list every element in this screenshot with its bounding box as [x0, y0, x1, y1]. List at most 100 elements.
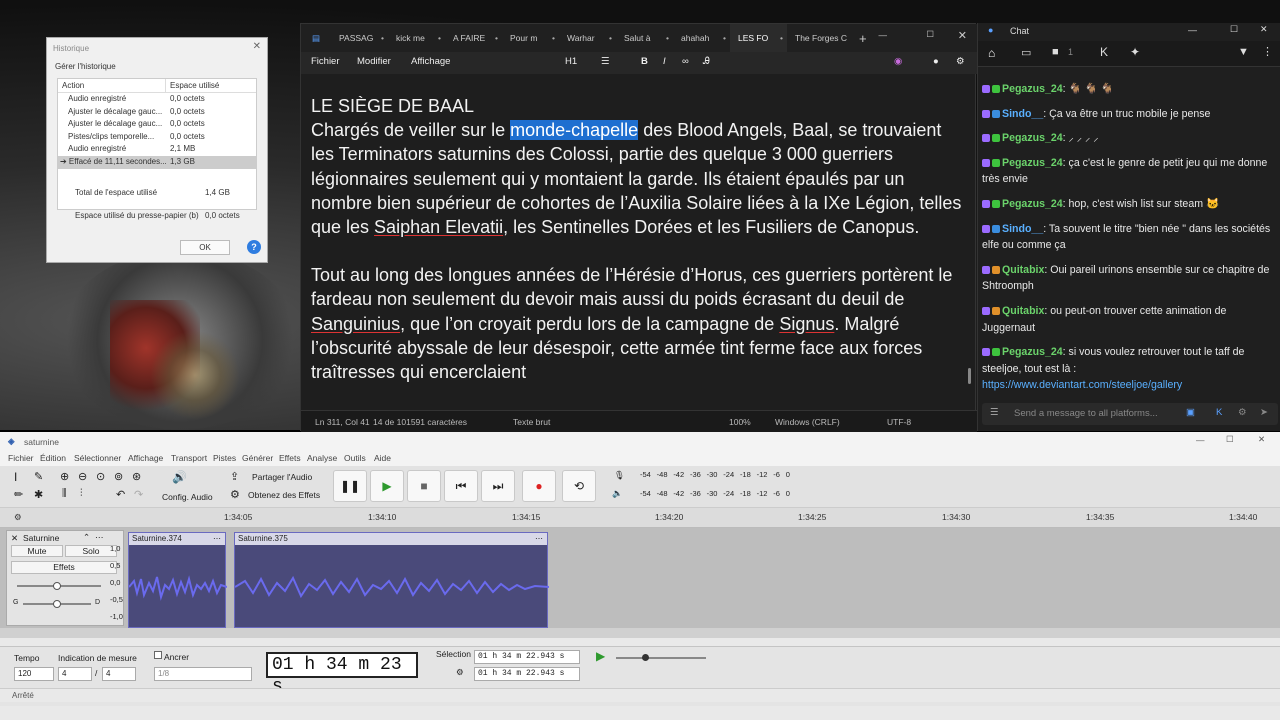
- gear-icon[interactable]: ⚙: [956, 56, 965, 67]
- track-name[interactable]: Saturnine: [23, 533, 59, 543]
- close-icon[interactable]: ✕: [253, 41, 261, 52]
- filter-icon[interactable]: ▼: [1238, 46, 1249, 58]
- effects-icon[interactable]: ⚙: [230, 488, 240, 501]
- menu-item[interactable]: Sélectionner: [74, 453, 121, 463]
- zoom-sel-icon[interactable]: ⊚: [114, 470, 123, 483]
- account-icon[interactable]: ●: [933, 56, 939, 67]
- video-icon[interactable]: ■: [1052, 46, 1059, 58]
- measure-numerator[interactable]: 4: [58, 667, 92, 681]
- zoom-in-icon[interactable]: ⊕: [60, 470, 69, 483]
- copilot-icon[interactable]: ◉: [894, 56, 902, 67]
- play-at-speed-icon[interactable]: ▶: [596, 649, 605, 663]
- menu-item[interactable]: Effets: [279, 453, 301, 463]
- send-icon[interactable]: ➤: [1260, 407, 1268, 418]
- menu-icon[interactable]: ☰: [990, 407, 999, 418]
- menu-file[interactable]: Fichier: [311, 56, 340, 67]
- skip-end-button[interactable]: ⏭: [481, 470, 515, 502]
- loop-button[interactable]: ⟲: [562, 470, 596, 502]
- menu-item[interactable]: Transport: [171, 453, 207, 463]
- audio-setup-icon[interactable]: 🔊: [172, 470, 187, 484]
- clip-title[interactable]: Saturnine.374 ⋯: [129, 533, 225, 545]
- gain-slider[interactable]: [17, 582, 101, 590]
- menu-item[interactable]: Aide: [374, 453, 391, 463]
- minimize-icon[interactable]: —: [1196, 435, 1205, 445]
- close-track-icon[interactable]: ✕: [11, 533, 18, 544]
- stop-button[interactable]: ■: [407, 470, 441, 502]
- close-icon[interactable]: ✕: [958, 29, 967, 42]
- table-row[interactable]: Ajuster le décalage gauc... 0,0 octets: [58, 118, 256, 131]
- effects-button[interactable]: Effets: [11, 561, 117, 574]
- table-row[interactable]: Audio enregistré 0,0 octets: [58, 93, 256, 106]
- tab-item[interactable]: ahahah •: [673, 24, 730, 52]
- select-tool-icon[interactable]: I: [14, 470, 17, 484]
- menu-item[interactable]: Outils: [344, 453, 366, 463]
- tab-item[interactable]: Warhar •: [559, 24, 616, 52]
- sparkle-icon[interactable]: ✦: [1130, 45, 1140, 59]
- menu-view[interactable]: Affichage: [411, 56, 450, 67]
- minimize-icon[interactable]: —: [879, 30, 888, 40]
- playback-meter[interactable]: -54 -48 -42 -36 -30 -24 -18 -12 -6 0: [640, 489, 790, 498]
- tab-item[interactable]: kick me •: [388, 24, 445, 52]
- kick-icon[interactable]: K: [1100, 45, 1108, 59]
- menu-item[interactable]: Édition: [40, 453, 66, 463]
- mute-button[interactable]: Mute: [11, 545, 63, 557]
- minimize-icon[interactable]: —: [1188, 25, 1197, 35]
- get-effects-button[interactable]: Obtenez des Effets: [248, 490, 320, 500]
- table-row[interactable]: Audio enregistré 2,1 MB: [58, 143, 256, 156]
- anchor-checkbox[interactable]: [154, 651, 162, 659]
- document-body[interactable]: LE SIÈGE DE BAAL Chargés de veiller sur …: [311, 94, 967, 408]
- maximize-icon[interactable]: ☐: [1230, 24, 1238, 35]
- play-button[interactable]: ▶: [370, 470, 404, 502]
- list-icon[interactable]: ☰: [601, 56, 610, 67]
- selection-end[interactable]: 01 h 34 m 22.943 s: [474, 667, 580, 681]
- trim-icon[interactable]: ⫼: [62, 488, 67, 499]
- bold-icon[interactable]: B: [641, 56, 648, 67]
- clip-title[interactable]: Saturnine.375 ⋯: [235, 533, 547, 545]
- platform-icon[interactable]: ▣: [1186, 407, 1195, 418]
- table-row[interactable]: Ajuster le décalage gauc... 0,0 octets: [58, 106, 256, 119]
- gear-icon[interactable]: ⚙: [1238, 407, 1247, 418]
- snap-select[interactable]: 1/8: [154, 667, 252, 681]
- more-icon[interactable]: ⋮: [1262, 45, 1273, 58]
- draw-tool-icon[interactable]: ✏: [14, 488, 23, 501]
- new-tab-icon[interactable]: +: [859, 31, 867, 46]
- message-icon[interactable]: ▭: [1021, 46, 1031, 59]
- maximize-icon[interactable]: ☐: [926, 29, 934, 40]
- multi-tool-icon[interactable]: ✱: [34, 488, 43, 501]
- zoom-toggle-icon[interactable]: ⊛: [132, 470, 141, 483]
- help-icon[interactable]: ?: [247, 240, 261, 254]
- gear-icon[interactable]: ⚙: [14, 512, 22, 523]
- audio-setup-label[interactable]: Config. Audio: [162, 492, 213, 502]
- tab-item[interactable]: Pour m •: [502, 24, 559, 52]
- time-display[interactable]: 01 h 34 m 23 s: [266, 652, 418, 697]
- menu-item[interactable]: Analyse: [307, 453, 337, 463]
- maximize-icon[interactable]: ☐: [1226, 434, 1234, 445]
- tempo-input[interactable]: 120: [14, 667, 54, 681]
- tab-item[interactable]: The Forges C: [787, 24, 853, 52]
- table-row[interactable]: Pistes/clips temporelle... 0,0 octets: [58, 131, 256, 144]
- redo-icon[interactable]: ↷: [134, 488, 143, 501]
- gear-icon[interactable]: ⚙: [456, 667, 464, 678]
- chat-input[interactable]: ☰ Send a message to all platforms... ▣ K…: [982, 403, 1278, 425]
- pan-slider[interactable]: [23, 600, 91, 608]
- heading-select[interactable]: H1: [565, 56, 577, 67]
- zoom-fit-icon[interactable]: ⊙: [96, 470, 105, 483]
- timeline-ruler[interactable]: ⚙ 1:34:05 1:34:10 1:34:15 1:34:20 1:34:2…: [0, 508, 1280, 528]
- clear-format-icon[interactable]: Ꭿ: [703, 56, 710, 67]
- tab-active[interactable]: LES FO •: [730, 24, 787, 52]
- horizontal-scrollbar[interactable]: [0, 628, 1280, 638]
- menu-edit[interactable]: Modifier: [357, 56, 391, 67]
- collapse-icon[interactable]: ⌃: [83, 532, 90, 543]
- menu-item[interactable]: Fichier: [8, 453, 34, 463]
- table-row-selected[interactable]: ➔ Effacé de 11,11 secondes... 1,3 GB: [58, 155, 256, 169]
- pause-button[interactable]: ❚❚: [333, 470, 367, 502]
- silence-icon[interactable]: ⫶: [80, 488, 83, 499]
- record-button[interactable]: ●: [522, 470, 556, 502]
- more-icon[interactable]: ⋯: [95, 532, 104, 543]
- share-audio-button[interactable]: Partager l'Audio: [252, 472, 312, 482]
- kick-icon[interactable]: K: [1216, 407, 1222, 418]
- menu-item[interactable]: Pistes: [213, 453, 236, 463]
- scrollbar[interactable]: [968, 368, 971, 384]
- tab-item[interactable]: Salut à •: [616, 24, 673, 52]
- tab-item[interactable]: PASSAG •: [331, 24, 388, 52]
